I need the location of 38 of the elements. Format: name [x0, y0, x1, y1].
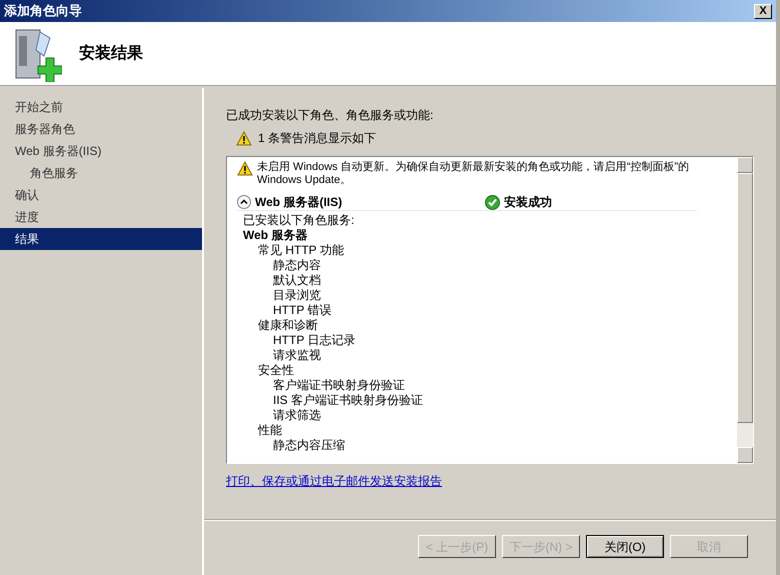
tree-item: HTTP 日志记录 [272, 333, 356, 348]
nav-item[interactable]: 结果 [0, 228, 202, 250]
nav-item[interactable]: Web 服务器(IIS) [0, 140, 202, 162]
report-link[interactable]: 打印、保存或通过电子邮件发送安装报告 [226, 472, 442, 490]
tree-item: IIS 客户端证书映射身份验证 [272, 393, 424, 408]
role-name: Web 服务器(IIS) [255, 194, 344, 211]
nav-item[interactable]: 确认 [0, 184, 202, 206]
tree-item: 静态内容 [272, 258, 322, 273]
tree-item: 静态内容压缩 [272, 438, 346, 453]
warning-icon [237, 161, 253, 176]
tree-item: 健康和诊断 [257, 318, 319, 333]
tree-item: Web 服务器 [242, 228, 308, 243]
success-check-icon [485, 194, 500, 210]
close-button[interactable]: X [754, 4, 772, 18]
tree-item: 请求监视 [272, 348, 322, 363]
nav-item[interactable]: 服务器角色 [0, 118, 202, 140]
collapse-toggle[interactable] [237, 195, 251, 209]
summary-text: 已成功安装以下角色、角色服务或功能: [226, 107, 434, 124]
install-status: 安装成功 [504, 194, 552, 211]
nav-item[interactable]: 开始之前 [0, 96, 202, 118]
tree-item: 请求筛选 [272, 408, 322, 423]
scrollbar[interactable] [737, 157, 753, 463]
page-title: 安装结果 [79, 43, 143, 64]
tree-item: 客户端证书映射身份验证 [272, 378, 406, 393]
tree-item: HTTP 错误 [272, 303, 332, 318]
wizard-button[interactable]: 关闭(O) [586, 535, 664, 558]
nav-item[interactable]: 角色服务 [0, 162, 202, 184]
tree-item: 默认文档 [272, 273, 322, 288]
tree-intro: 已安装以下角色服务: [242, 213, 356, 228]
tree-item: 性能 [256, 423, 283, 438]
warning-message: 未启用 Windows 自动更新。为确保自动更新最新安装的角色或功能，请启用“控制面板”的 Windows Update。 [257, 161, 690, 187]
tree-item: 常见 HTTP 功能 [257, 243, 345, 258]
tree-item: 目录浏览 [272, 288, 322, 303]
warning-icon [236, 130, 252, 146]
nav-item[interactable]: 进度 [0, 206, 202, 228]
window-title: 添加角色向导 [4, 2, 82, 20]
tree-item: 安全性 [257, 363, 295, 378]
warning-count: 1 条警告消息显示如下 [258, 130, 376, 147]
